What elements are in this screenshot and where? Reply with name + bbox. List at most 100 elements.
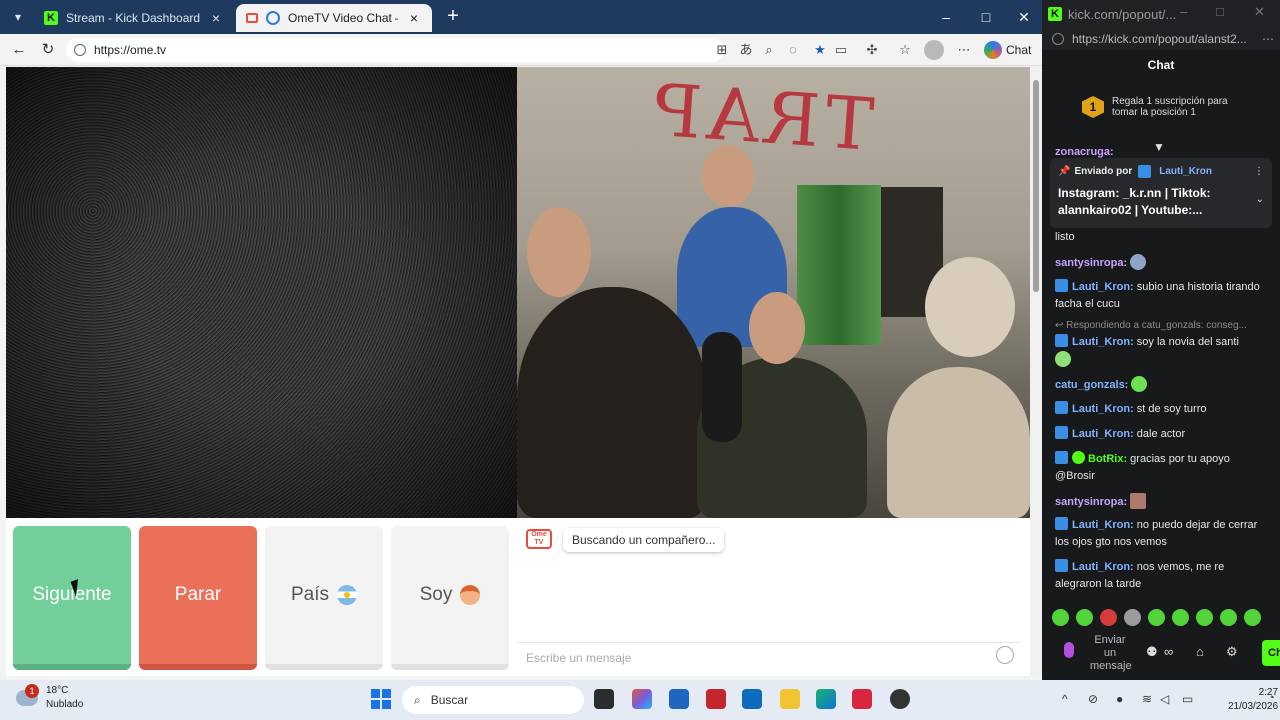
minimize-button[interactable]: – <box>1180 4 1187 19</box>
chat-message: santysinropa: <box>1055 254 1267 272</box>
favorites-icon[interactable]: ☆ <box>895 40 915 60</box>
chat-header: Chat <box>1147 58 1175 72</box>
store-icon[interactable]: ⌂ <box>1196 644 1204 659</box>
obs-app-icon[interactable] <box>890 689 910 709</box>
country-button[interactable]: País <box>265 526 383 670</box>
weather-widget[interactable]: 1 18°C Nublado <box>16 684 83 712</box>
emote-icon[interactable] <box>1100 609 1117 626</box>
profile-avatar[interactable] <box>924 40 944 60</box>
chat-message: Lauti_Kron: nos vemos, me re alegraron l… <box>1055 559 1267 593</box>
store-app-icon[interactable] <box>669 689 689 709</box>
extensions-icon[interactable]: ✣ <box>862 40 882 60</box>
emoji-icon[interactable] <box>996 646 1014 664</box>
chat-username[interactable]: santysinropa: <box>1055 257 1127 269</box>
pinned-user[interactable]: Lauti_Kron <box>1159 166 1212 177</box>
emote-icon[interactable] <box>1148 609 1165 626</box>
favorite-star-icon[interactable]: ★ <box>810 40 830 60</box>
gift-sub-promo[interactable]: 1 Regala 1 suscripción para tomar la pos… <box>1082 96 1242 118</box>
chat-input[interactable]: Enviar un mensaje <box>1090 634 1132 673</box>
chat-message: listo <box>1055 229 1267 246</box>
stop-button[interactable]: Parar <box>139 526 257 670</box>
site-info-icon[interactable] <box>74 44 86 56</box>
wifi-icon[interactable]: ≋ <box>1142 692 1152 706</box>
more-menu-icon[interactable]: ⋯ <box>954 40 974 60</box>
infinity-icon[interactable]: ∞ <box>1164 644 1173 659</box>
file-explorer-icon[interactable] <box>780 689 800 709</box>
minimize-button[interactable]: – <box>932 6 960 28</box>
reply-context[interactable]: ↩ Respondiendo a catu_gonzals: conseg... <box>1055 320 1271 331</box>
gender-button[interactable]: Soy <box>391 526 509 670</box>
emote-icon[interactable] <box>1052 609 1069 626</box>
translate-icon[interactable]: あ <box>736 40 756 60</box>
message-input[interactable]: Escribe un mensaje <box>517 642 1020 672</box>
chat-send-button[interactable]: Ch <box>1262 640 1280 666</box>
emote-icon[interactable] <box>1244 609 1261 626</box>
chat-username[interactable]: Lauti_Kron: <box>1072 281 1134 293</box>
chat-username[interactable]: BotRix: <box>1088 453 1127 465</box>
emote-icon[interactable] <box>1172 609 1189 626</box>
task-view-icon[interactable] <box>594 689 614 709</box>
chevron-up-icon[interactable]: ^ <box>1062 692 1068 706</box>
scrollbar-thumb[interactable] <box>1033 80 1039 292</box>
microphone-icon[interactable]: ● <box>1116 692 1123 706</box>
side-address-bar[interactable]: https://kick.com/popout/alanst2... ⋯ <box>1042 28 1280 50</box>
sub-promo-text: Regala 1 suscripción para tomar la posic… <box>1112 96 1228 118</box>
mcafee-app-icon[interactable] <box>706 689 726 709</box>
emote-icon[interactable] <box>1196 609 1213 626</box>
tab-ometv[interactable]: OmeTV Video Chat — Omegle × <box>236 4 432 32</box>
copilot-button[interactable]: Chat <box>984 39 1031 61</box>
chevron-down-icon[interactable]: ⌄ <box>1256 194 1264 205</box>
close-window-button[interactable]: ✕ <box>1010 6 1038 28</box>
tab-list-button[interactable]: ▾ <box>6 6 30 28</box>
tray-app-icon[interactable]: ⊘ <box>1088 692 1098 706</box>
maximize-button[interactable]: □ <box>972 6 1000 28</box>
chat-username[interactable]: Lauti_Kron: <box>1072 428 1134 440</box>
mic-icon[interactable] <box>1064 642 1074 658</box>
emote-icon <box>1055 351 1071 367</box>
outlook-app-icon[interactable] <box>742 689 762 709</box>
chat-username[interactable]: Lauti_Kron: <box>1072 336 1134 348</box>
emote-icon[interactable] <box>1124 609 1141 626</box>
chat-input-row: Enviar un mensaje ⚉ ∞ ⌂ ⚙ Ch <box>1050 634 1280 673</box>
volume-icon[interactable]: ◁ <box>1160 692 1169 706</box>
new-tab-button[interactable]: + <box>442 6 464 28</box>
emote-icon[interactable] <box>1220 609 1237 626</box>
notification-bell-icon[interactable]: ◔ <box>1268 692 1275 704</box>
zoom-icon[interactable]: ⌕ <box>759 40 779 60</box>
kick-badge-icon <box>1055 517 1068 530</box>
url-field[interactable]: https://ome.tv <box>66 38 724 62</box>
start-button[interactable] <box>371 689 391 709</box>
emote-icon[interactable] <box>1076 609 1093 626</box>
tab-strip: ▾ K Stream - Kick Dashboard × OmeTV Vide… <box>0 0 1042 34</box>
partner-video: TRAP <box>517 67 1030 518</box>
emote-picker-icon[interactable]: ⚉ <box>1146 644 1158 660</box>
chat-username[interactable]: Lauti_Kron: <box>1072 519 1134 531</box>
close-tab-icon[interactable]: × <box>208 10 224 26</box>
maximize-button[interactable]: □ <box>1216 4 1224 19</box>
pinned-options-icon[interactable]: ⋮ <box>1254 166 1264 177</box>
chat-username[interactable]: Lauti_Kron: <box>1072 403 1134 415</box>
cloud-icon: 1 <box>16 684 39 706</box>
edge-browser-icon[interactable] <box>816 689 836 709</box>
side-window-title: kick.com/popout/... <box>1068 6 1177 22</box>
more-menu-icon[interactable]: ⋯ <box>1262 32 1274 46</box>
chat-username[interactable]: catu_gonzals: <box>1055 379 1128 391</box>
battery-icon[interactable]: ▭ <box>1182 692 1193 706</box>
back-button[interactable]: ← <box>8 39 30 61</box>
taskbar-search[interactable]: ⌕ Buscar <box>402 686 584 714</box>
chat-username[interactable]: santysinropa: <box>1055 496 1127 508</box>
tab-kick-dashboard[interactable]: K Stream - Kick Dashboard × <box>34 4 234 32</box>
refresh-button[interactable]: ↻ <box>37 39 59 61</box>
copilot-app-icon[interactable] <box>632 689 652 709</box>
next-button[interactable]: Siguiente <box>13 526 131 670</box>
app-available-icon[interactable]: ⊞ <box>712 40 732 60</box>
close-window-button[interactable]: ✕ <box>1254 4 1265 20</box>
site-info-icon[interactable] <box>1052 33 1064 45</box>
reader-icon[interactable]: ◌ <box>783 40 803 60</box>
camera-icon[interactable]: ▭ <box>831 40 851 60</box>
close-tab-icon[interactable]: × <box>406 10 422 26</box>
red-app-icon[interactable] <box>852 689 872 709</box>
chat-username[interactable]: zonacruga: <box>1055 146 1114 158</box>
settings-gear-icon[interactable]: ⚙ <box>1226 644 1238 660</box>
chat-username[interactable]: Lauti_Kron: <box>1072 561 1134 573</box>
